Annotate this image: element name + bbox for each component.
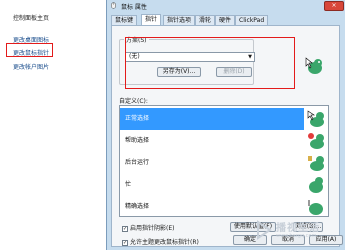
dialog-title: 鼠标 属性 <box>121 4 147 11</box>
pointer-shadow-checkbox[interactable]: ✓ 启用指针阴影(E) <box>122 223 174 232</box>
pointer-preview-icon <box>305 57 322 74</box>
dinosaur-busy-icon <box>309 177 323 193</box>
pointer-list[interactable]: 正常选择 帮助选择 后台运行 忙 精确选择 <box>119 105 329 217</box>
control-panel-home-link[interactable]: 控制面板主页 <box>13 13 49 22</box>
custom-label: 自定义(C): <box>119 98 148 105</box>
dinosaur-pointer-icon <box>307 110 324 127</box>
title-bar[interactable]: 鼠标 属性 × <box>107 0 345 12</box>
cancel-button[interactable]: 取消 <box>271 235 305 245</box>
list-item[interactable]: 忙 <box>120 174 304 196</box>
tab-pointers[interactable]: 指针 <box>141 14 162 25</box>
browse-button[interactable]: 浏览(B)... <box>293 222 323 232</box>
tab-pointer-options[interactable]: 指针选项 <box>163 15 196 25</box>
use-default-button[interactable]: 使用默认值(F) <box>230 222 276 232</box>
tab-buttons[interactable]: 鼠标键 <box>111 15 138 25</box>
dinosaur-busy-background-icon <box>308 156 324 171</box>
list-item[interactable]: 后台运行 <box>120 152 304 174</box>
tab-clickpad[interactable]: ClickPad <box>235 15 269 25</box>
checkbox-checked-icon: ✓ <box>122 225 128 232</box>
annotation-highlight-box <box>6 43 53 57</box>
theme-pointer-checkbox[interactable]: ✓ 允许主题更改鼠标指针(R) <box>122 237 199 246</box>
tab-wheel[interactable]: 滑轮 <box>195 15 216 25</box>
change-account-picture-link[interactable]: 更改帐户图片 <box>13 62 49 71</box>
mouse-icon <box>111 2 116 9</box>
control-panel-pane: 控制面板主页 更改桌面图标 更改鼠标指针 更改帐户图片 <box>0 0 100 250</box>
checkbox-checked-icon: ✓ <box>122 239 128 246</box>
apply-button[interactable]: 应用(A) <box>309 235 343 245</box>
annotation-highlight-box <box>125 37 295 89</box>
list-item[interactable]: 正常选择 <box>120 108 304 130</box>
dinosaur-help-pointer-icon <box>308 133 324 149</box>
close-button[interactable]: × <box>324 1 344 11</box>
ok-button[interactable]: 确定 <box>233 235 267 245</box>
pointer-shadow-label: 启用指针阴影(E) <box>130 225 175 232</box>
list-item[interactable]: 帮助选择 <box>120 130 304 152</box>
list-item[interactable]: 精确选择 <box>120 196 304 216</box>
dinosaur-precision-icon <box>308 200 323 215</box>
tab-hardware[interactable]: 硬件 <box>215 15 236 25</box>
theme-pointer-label: 允许主题更改鼠标指针(R) <box>130 239 199 246</box>
